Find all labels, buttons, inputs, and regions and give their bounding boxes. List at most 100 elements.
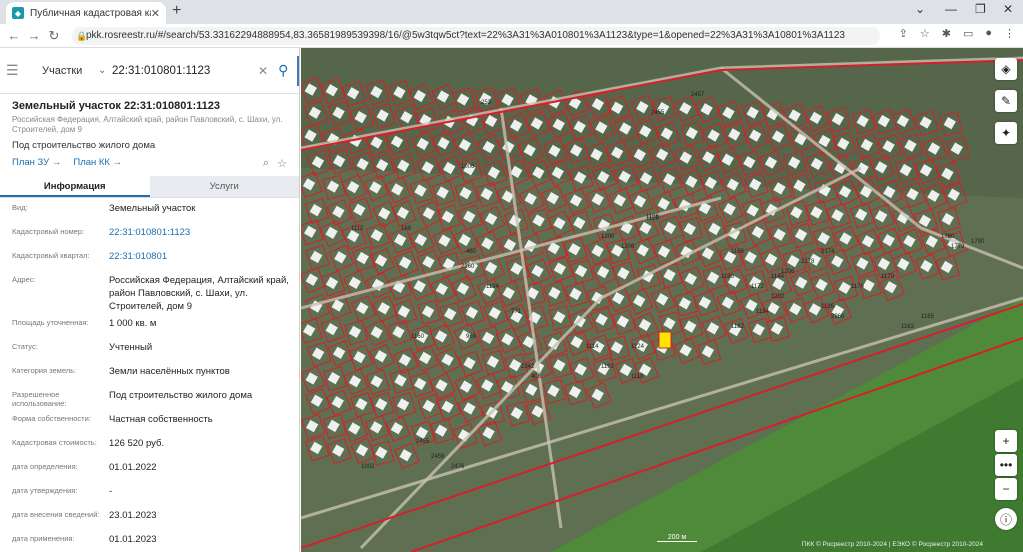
tab-services[interactable]: Услуги <box>149 176 299 197</box>
parcel-label: 1790 <box>971 239 985 245</box>
back-icon[interactable]: ← <box>4 28 24 43</box>
property-row: Разрешенное использование: Под строительс… <box>12 385 291 409</box>
property-label: Вид: <box>12 203 28 212</box>
parcel-label: 1160 <box>411 334 425 340</box>
plan-links: План ЗУ → План КК → ⌕ ☆ <box>12 157 287 170</box>
property-label: дата утверждения: <box>12 486 78 495</box>
parcel-label: 460 <box>466 249 477 255</box>
parcel-label: 2178 <box>801 259 815 265</box>
map-view[interactable]: 253 2457 2455 1106 1112 169 1006 1002 1160 2342 11… <box>301 48 1023 552</box>
zoom-in-button[interactable]: + <box>995 430 1017 452</box>
property-value[interactable]: 22:31:010801 <box>109 250 291 263</box>
property-row: дата определения: 01.01.2022 <box>12 457 291 481</box>
parcel-label: 1200 <box>601 234 615 240</box>
clear-search-icon[interactable]: ✕ <box>258 64 268 78</box>
property-value: Под строительство жилого дома <box>109 390 253 401</box>
property-row: дата применения: 01.01.2023 <box>12 529 291 552</box>
parcel-label: 1144 <box>771 274 785 280</box>
minimize-button[interactable]: — <box>945 2 957 16</box>
property-row: дата утверждения: - <box>12 481 291 505</box>
hamburger-menu-icon[interactable]: ☰ <box>6 62 28 79</box>
collapse-panel-button[interactable]: ‹ <box>297 56 299 86</box>
parcel-label: 2174 <box>821 249 835 255</box>
property-row: Вид: Земельный участок <box>12 198 291 222</box>
close-tab-icon[interactable]: ✕ <box>151 7 160 20</box>
star-icon[interactable]: ☆ <box>920 27 930 40</box>
url-input[interactable]: 🔒 pkk.rosreestr.ru/#/search/53.331622948… <box>72 27 880 45</box>
property-value: Земли населённых пунктов <box>109 366 230 377</box>
maximize-button[interactable]: ❐ <box>975 2 986 16</box>
zoom-out-button[interactable]: − <box>995 478 1017 500</box>
property-label: Разрешенное использование: <box>12 390 67 408</box>
parcel-label: 1112 <box>351 226 364 232</box>
menu-dots-icon[interactable]: ⋮ <box>1004 27 1015 40</box>
info-tabs: Информация Услуги <box>0 176 299 198</box>
parcel-label: 2455 <box>416 439 430 445</box>
parcel-label: 1165 <box>921 314 935 320</box>
property-label: Статус: <box>12 342 38 351</box>
property-row: Категория земель: Земли населённых пункто… <box>12 361 291 385</box>
property-value: Земельный участок <box>109 203 196 214</box>
favorite-star-icon[interactable]: ☆ <box>277 157 287 170</box>
property-value[interactable]: 22:31:010801:1123 <box>109 226 291 239</box>
plan-kk-link[interactable]: План КК → <box>73 157 122 168</box>
browser-tab[interactable]: ◆ Публичная кадастровая карта ✕ <box>6 2 166 24</box>
parcel-label: 2268 <box>831 314 845 320</box>
property-label: Кадастровая стоимость: <box>12 438 97 447</box>
search-icon[interactable]: ⚲ <box>278 62 288 79</box>
parcel-label: 2476 <box>451 464 465 470</box>
parcel-label: 1172 <box>751 284 765 290</box>
parcel-label: 1163 <box>901 324 915 330</box>
forward-icon[interactable]: → <box>24 28 44 43</box>
sidebar-icon[interactable]: ▭ <box>963 27 973 40</box>
parcel-actions: ⌕ ☆ <box>263 157 287 170</box>
property-value: 126 520 руб. <box>109 438 165 449</box>
extensions-icon[interactable]: ✱ <box>942 27 951 40</box>
parcel-label: 2342 <box>521 364 535 370</box>
chevron-down-icon[interactable]: ⌄ <box>98 65 112 76</box>
parcel-label: 1779 <box>951 244 965 250</box>
zoom-to-icon[interactable]: ⌕ <box>263 157 269 170</box>
more-icon[interactable]: ••• <box>995 454 1017 476</box>
tab-information[interactable]: Информация <box>0 176 150 197</box>
property-row: Площадь уточненная: 1 000 кв. м <box>12 313 291 337</box>
search-input[interactable] <box>112 64 252 77</box>
parcel-label: 1780 <box>941 234 955 240</box>
parcel-label: 1006 <box>461 164 475 170</box>
layers-icon[interactable]: ◈ <box>995 58 1017 80</box>
parcel-label: 1182 <box>731 324 745 330</box>
parcel-label: 1166 <box>731 249 745 255</box>
new-tab-button[interactable]: + <box>172 2 181 20</box>
plan-zu-link[interactable]: План ЗУ → <box>12 157 61 168</box>
search-type-select[interactable]: Участки <box>42 65 98 77</box>
parcel-label: 1194 <box>486 284 500 290</box>
parcel-label: 969 <box>466 334 477 340</box>
parcel-label: 1106 <box>646 216 660 222</box>
property-row: Форма собственности: Частная собственност… <box>12 409 291 433</box>
property-row: дата внесения сведений: 23.01.2023 <box>12 505 291 529</box>
property-row: Кадастровый номер: 22:31:010801:1123 <box>12 222 291 246</box>
parcel-title: Земельный участок 22:31:010801:1123 <box>12 100 221 112</box>
parcel-label: 1126 <box>821 304 835 310</box>
parcel-use: Под строительство жилого дома <box>12 140 156 151</box>
chevron-down-icon[interactable]: ⌄ <box>915 2 925 16</box>
info-icon[interactable]: ⓘ <box>995 508 1017 530</box>
ruler-icon[interactable]: ✎ <box>995 90 1017 112</box>
browser-toolbar: ⇪ ☆ ✱ ▭ ● ⋮ <box>899 27 1015 40</box>
parcel-label: 1186 <box>721 274 735 280</box>
property-value: Учтенный <box>109 342 153 353</box>
share-icon[interactable]: ⇪ <box>899 27 908 40</box>
locate-icon[interactable]: ✦ <box>995 122 1017 144</box>
parcel-label: 253 <box>481 100 492 106</box>
property-value: - <box>109 486 113 497</box>
property-value: Частная собственность <box>109 414 213 425</box>
url-text: pkk.rosreestr.ru/#/search/53.33162294888… <box>86 30 845 41</box>
close-window-button[interactable]: ✕ <box>1003 2 1013 16</box>
parcel-address: Российская Федерация, Алтайский край, ра… <box>12 115 283 134</box>
parcel-label: 1202 <box>771 294 785 300</box>
selected-parcel[interactable] <box>658 331 672 349</box>
reload-icon[interactable]: ↻ <box>44 28 64 44</box>
profile-icon[interactable]: ● <box>985 27 992 40</box>
property-value: 01.01.2023 <box>109 534 157 545</box>
tab-title: Публичная кадастровая карта <box>30 7 151 19</box>
